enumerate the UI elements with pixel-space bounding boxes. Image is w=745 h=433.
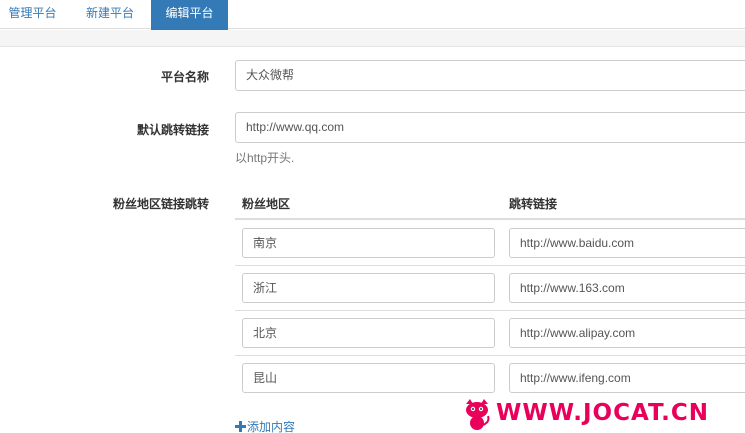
watermark-text: WWW.JOCAT.CN (496, 400, 710, 426)
tab-new-platform[interactable]: 新建平台 (74, 0, 146, 29)
table-header-divider (235, 218, 745, 220)
url-input[interactable]: http://www.163.com (509, 273, 745, 303)
row-divider (235, 265, 745, 266)
url-input[interactable]: http://www.alipay.com (509, 318, 745, 348)
panel-heading (0, 30, 745, 47)
region-input[interactable]: 南京 (242, 228, 495, 258)
tab-manage-platform[interactable]: 管理平台 (0, 0, 65, 29)
cat-logo-icon (466, 399, 490, 430)
default-link-help: 以http开头. (235, 151, 295, 165)
default-link-label: 默认跳转链接 (136, 123, 209, 137)
region-input[interactable]: 昆山 (242, 363, 495, 393)
default-link-input[interactable]: http://www.qq.com (235, 112, 745, 143)
tab-bar: 管理平台 新建平台 编辑平台 (0, 0, 745, 30)
tab-edit-platform[interactable]: 编辑平台 (151, 0, 228, 30)
plus-icon (235, 421, 246, 432)
url-input[interactable]: http://www.ifeng.com (509, 363, 745, 393)
region-input[interactable]: 北京 (242, 318, 495, 348)
platform-name-label: 平台名称 (160, 70, 209, 84)
region-links-label: 粉丝地区链接跳转 (112, 197, 209, 211)
url-input[interactable]: http://www.baidu.com (509, 228, 745, 258)
column-header-region: 粉丝地区 (242, 197, 291, 211)
column-header-link: 跳转链接 (509, 197, 558, 211)
row-divider (235, 355, 745, 356)
add-content-link[interactable]: 添加内容 (235, 418, 295, 433)
region-input[interactable]: 浙江 (242, 273, 495, 303)
add-content-label: 添加内容 (247, 420, 296, 433)
watermark: WWW.JOCAT.CN (462, 398, 745, 433)
row-divider (235, 310, 745, 311)
platform-name-input[interactable]: 大众微帮 (235, 60, 745, 91)
